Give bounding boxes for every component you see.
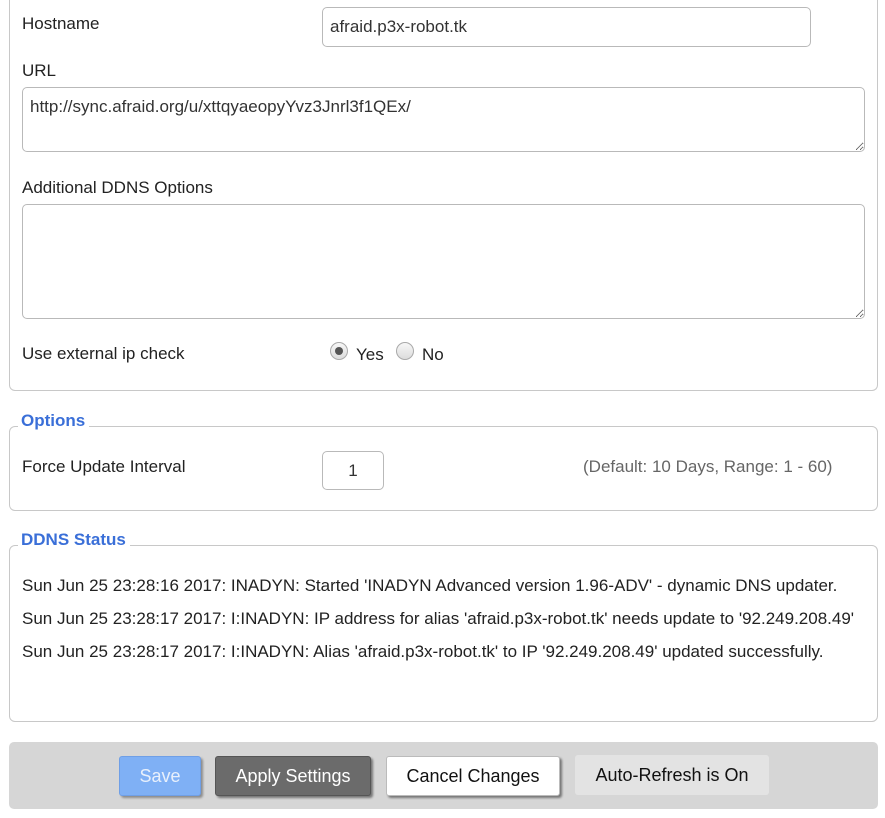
cancel-changes-button[interactable]: Cancel Changes — [386, 756, 560, 796]
external-ip-check-label: Use external ip check — [22, 344, 185, 363]
status-log-line: Sun Jun 25 23:28:16 2017: INADYN: Starte… — [22, 576, 838, 595]
force-update-interval-hint: (Default: 10 Days, Range: 1 - 60) — [583, 457, 833, 476]
apply-settings-button[interactable]: Apply Settings — [215, 756, 371, 796]
ddns-status-section — [9, 545, 878, 722]
external-ip-yes-label[interactable]: Yes — [356, 345, 384, 365]
additional-ddns-options-label: Additional DDNS Options — [22, 178, 213, 197]
external-ip-no-label[interactable]: No — [422, 345, 444, 365]
hostname-label: Hostname — [22, 14, 100, 33]
button-bar: Save Apply Settings Cancel Changes Auto-… — [9, 742, 878, 809]
url-textarea[interactable]: http://sync.afraid.org/u/xttqyaeopyYvz3J… — [22, 87, 865, 152]
external-ip-yes-radio[interactable] — [330, 342, 348, 360]
force-update-interval-input[interactable] — [322, 451, 384, 490]
force-update-interval-label: Force Update Interval — [22, 457, 186, 476]
status-log-line: Sun Jun 25 23:28:17 2017: I:INADYN: IP a… — [22, 609, 855, 628]
save-button[interactable]: Save — [119, 756, 201, 796]
auto-refresh-button[interactable]: Auto-Refresh is On — [575, 755, 769, 795]
status-log-line: Sun Jun 25 23:28:17 2017: I:INADYN: Alia… — [22, 642, 824, 661]
external-ip-no-radio[interactable] — [396, 342, 414, 360]
ddns-status-legend: DDNS Status — [18, 530, 130, 550]
hostname-input[interactable] — [322, 7, 811, 47]
options-legend: Options — [18, 411, 90, 431]
url-label: URL — [22, 61, 57, 80]
additional-ddns-options-textarea[interactable] — [22, 204, 865, 319]
